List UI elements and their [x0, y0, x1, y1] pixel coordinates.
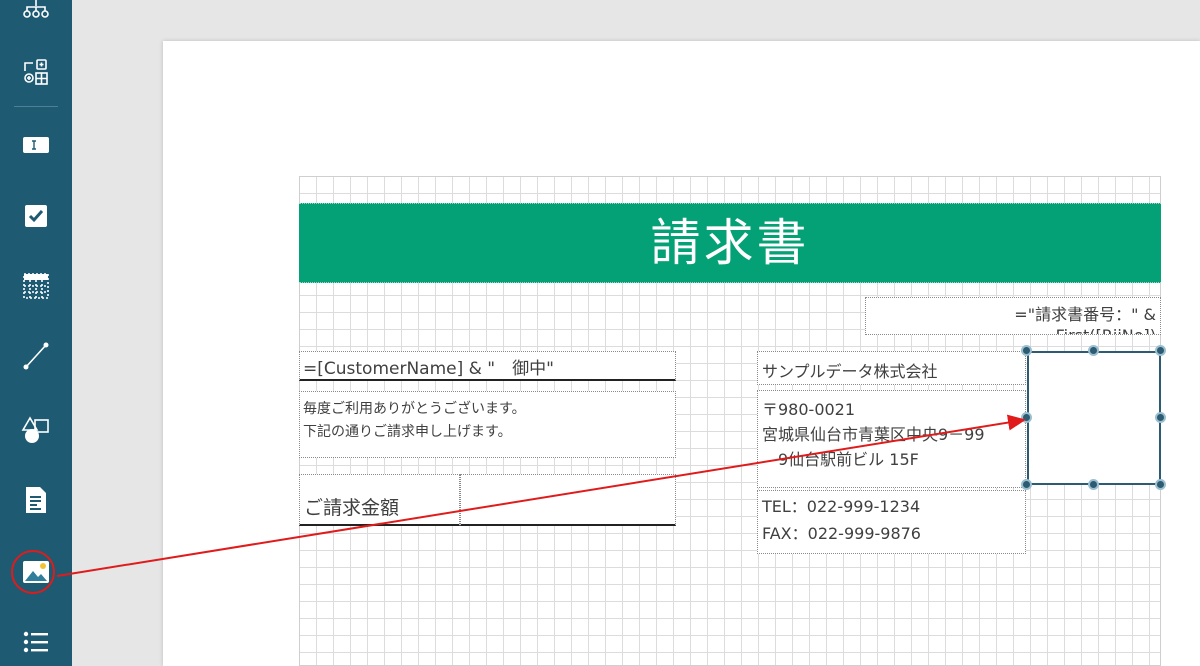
- hierarchy-tool[interactable]: [16, 0, 56, 26]
- table-icon: [23, 273, 49, 299]
- image-control-selected[interactable]: [1027, 351, 1161, 485]
- toolbar-divider: [14, 106, 58, 107]
- customer-name-field[interactable]: =[CustomerName] & " 御中": [299, 351, 676, 381]
- shape-tool[interactable]: [16, 410, 56, 450]
- resize-handle-top-right[interactable]: [1155, 345, 1166, 356]
- company-name: サンプルデータ株式会社: [762, 362, 938, 381]
- checkbox-icon: [25, 205, 47, 227]
- fax-number: FAX：022-999-9876: [762, 524, 921, 543]
- resize-handle-bottom[interactable]: [1088, 479, 1099, 490]
- invoice-number-line-1: ="請求書番号：" &: [1014, 305, 1156, 324]
- amount-label: ご請求金額: [304, 497, 400, 519]
- checkbox-tool[interactable]: [16, 196, 56, 236]
- list-icon: [23, 631, 48, 653]
- list-tool[interactable]: [16, 622, 56, 662]
- invoice-number-line-2: First([RiiNo]): [866, 325, 1156, 334]
- greeting-line-2: 下記の通りご請求申し上げます。: [303, 424, 512, 440]
- address-line-1: 宮城県仙台市青葉区中央9－99: [762, 425, 985, 444]
- shape-grid-icon: [24, 59, 48, 85]
- shape-grid-tool[interactable]: [16, 52, 56, 92]
- document-icon: [26, 487, 46, 513]
- greeting-line-1: 毎度ご利用ありがとうございます。: [303, 401, 526, 417]
- amount-label-field[interactable]: ご請求金額: [299, 474, 460, 526]
- textbox-icon: [23, 137, 49, 153]
- control-toolbar: [0, 0, 72, 666]
- address-line-2: 9仙台駅前ビル 15F: [762, 450, 919, 469]
- document-tool[interactable]: [16, 480, 56, 520]
- address-field[interactable]: 〒980-0021 宮城県仙台市青葉区中央9－99 9仙台駅前ビル 15F: [757, 390, 1026, 488]
- textbox-tool[interactable]: [16, 125, 56, 165]
- report-title: 請求書: [650, 214, 810, 272]
- resize-handle-right[interactable]: [1155, 412, 1166, 423]
- contact-field[interactable]: TEL：022-999-1234 FAX：022-999-9876: [757, 490, 1026, 554]
- table-tool[interactable]: [16, 266, 56, 306]
- resize-handle-bottom-right[interactable]: [1155, 479, 1166, 490]
- greeting-field[interactable]: 毎度ご利用ありがとうございます。 下記の通りご請求申し上げます。: [299, 391, 676, 458]
- line-icon: [23, 342, 49, 370]
- invoice-number-field[interactable]: ="請求書番号：" & First([RiiNo]): [865, 297, 1161, 335]
- phone-number: TEL：022-999-1234: [762, 497, 921, 516]
- resize-handle-top-left[interactable]: [1021, 345, 1032, 356]
- company-name-field[interactable]: サンプルデータ株式会社: [757, 351, 1026, 385]
- resize-handle-bottom-left[interactable]: [1021, 479, 1032, 490]
- line-tool[interactable]: [16, 336, 56, 376]
- amount-value-field[interactable]: [460, 474, 676, 526]
- postal-code: 〒980-0021: [762, 400, 856, 419]
- shape-icon: [21, 416, 49, 443]
- resize-handle-left[interactable]: [1021, 412, 1032, 423]
- image-tool[interactable]: [16, 552, 56, 592]
- customer-name-expression: =[CustomerName] & " 御中": [303, 359, 554, 379]
- resize-handle-top[interactable]: [1088, 345, 1099, 356]
- image-icon: [23, 561, 49, 583]
- report-title-box[interactable]: 請求書: [299, 203, 1161, 283]
- hierarchy-icon: [23, 0, 49, 18]
